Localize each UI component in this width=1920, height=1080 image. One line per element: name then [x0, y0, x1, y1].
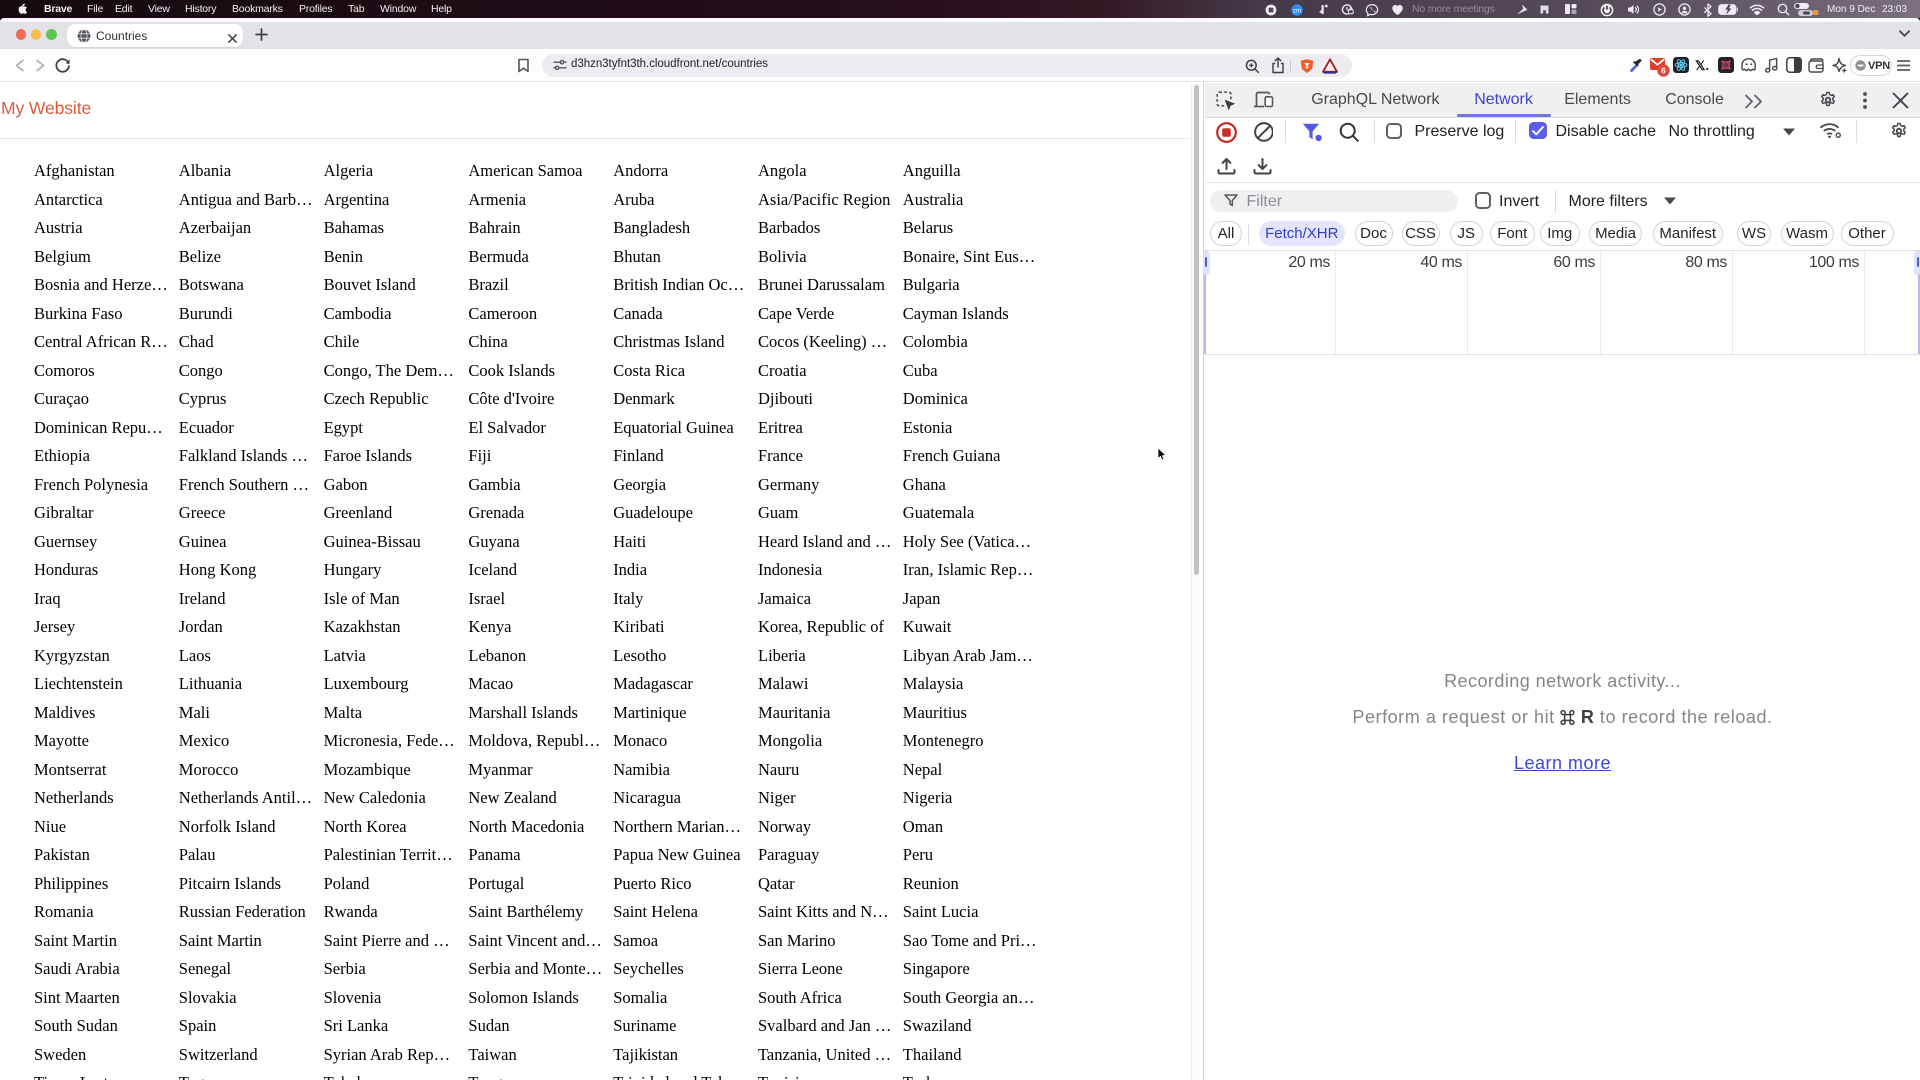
svg-text:zm: zm: [1293, 8, 1301, 14]
svg-text:6: 6: [1661, 65, 1666, 75]
